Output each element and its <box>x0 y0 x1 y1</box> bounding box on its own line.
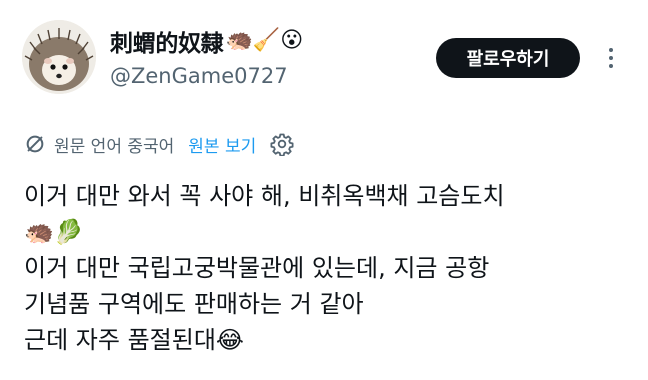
display-name[interactable]: 刺蝟的奴隸 <box>110 24 224 58</box>
gear-icon[interactable] <box>270 132 294 156</box>
hedgehog-avatar-image <box>22 20 96 94</box>
display-name-row[interactable]: 刺蝟的奴隸 🦔🧹😮 <box>110 24 303 58</box>
show-original-link[interactable]: 원본 보기 <box>188 132 256 157</box>
avatar[interactable] <box>22 20 96 94</box>
display-name-emoji: 🦔🧹😮 <box>225 28 304 53</box>
source-language-label: 원문 언어 중국어 <box>54 136 175 157</box>
translation-bar: 원문 언어 중국어 원본 보기 <box>24 130 294 158</box>
translate-icon <box>26 135 44 153</box>
tweet-text-line: 근데 자주 품절된대😂 <box>24 326 244 354</box>
tweet-text-line: 이거 대만 와서 꼭 사야 해, 비취옥백채 고슴도치 <box>24 182 505 210</box>
tweet-text-emoji-line: 🦔🥬 <box>24 218 84 246</box>
follow-button[interactable]: 팔로우하기 <box>436 38 580 78</box>
tweet-post: 刺蝟的奴隸 🦔🧹😮 @ZenGame0727 팔로우하기 원문 언어 중국어 원… <box>0 0 648 380</box>
more-options-icon[interactable] <box>598 40 624 76</box>
tweet-text-line: 이거 대만 국립고궁박물관에 있는데, 지금 공항 <box>24 254 490 282</box>
tweet-text-line: 기념품 구역에도 판매하는 거 같아 <box>24 290 364 318</box>
user-handle[interactable]: @ZenGame0727 <box>110 64 288 88</box>
tweet-text: 이거 대만 와서 꼭 사야 해, 비취옥백채 고슴도치 🦔🥬 이거 대만 국립고… <box>24 178 624 358</box>
